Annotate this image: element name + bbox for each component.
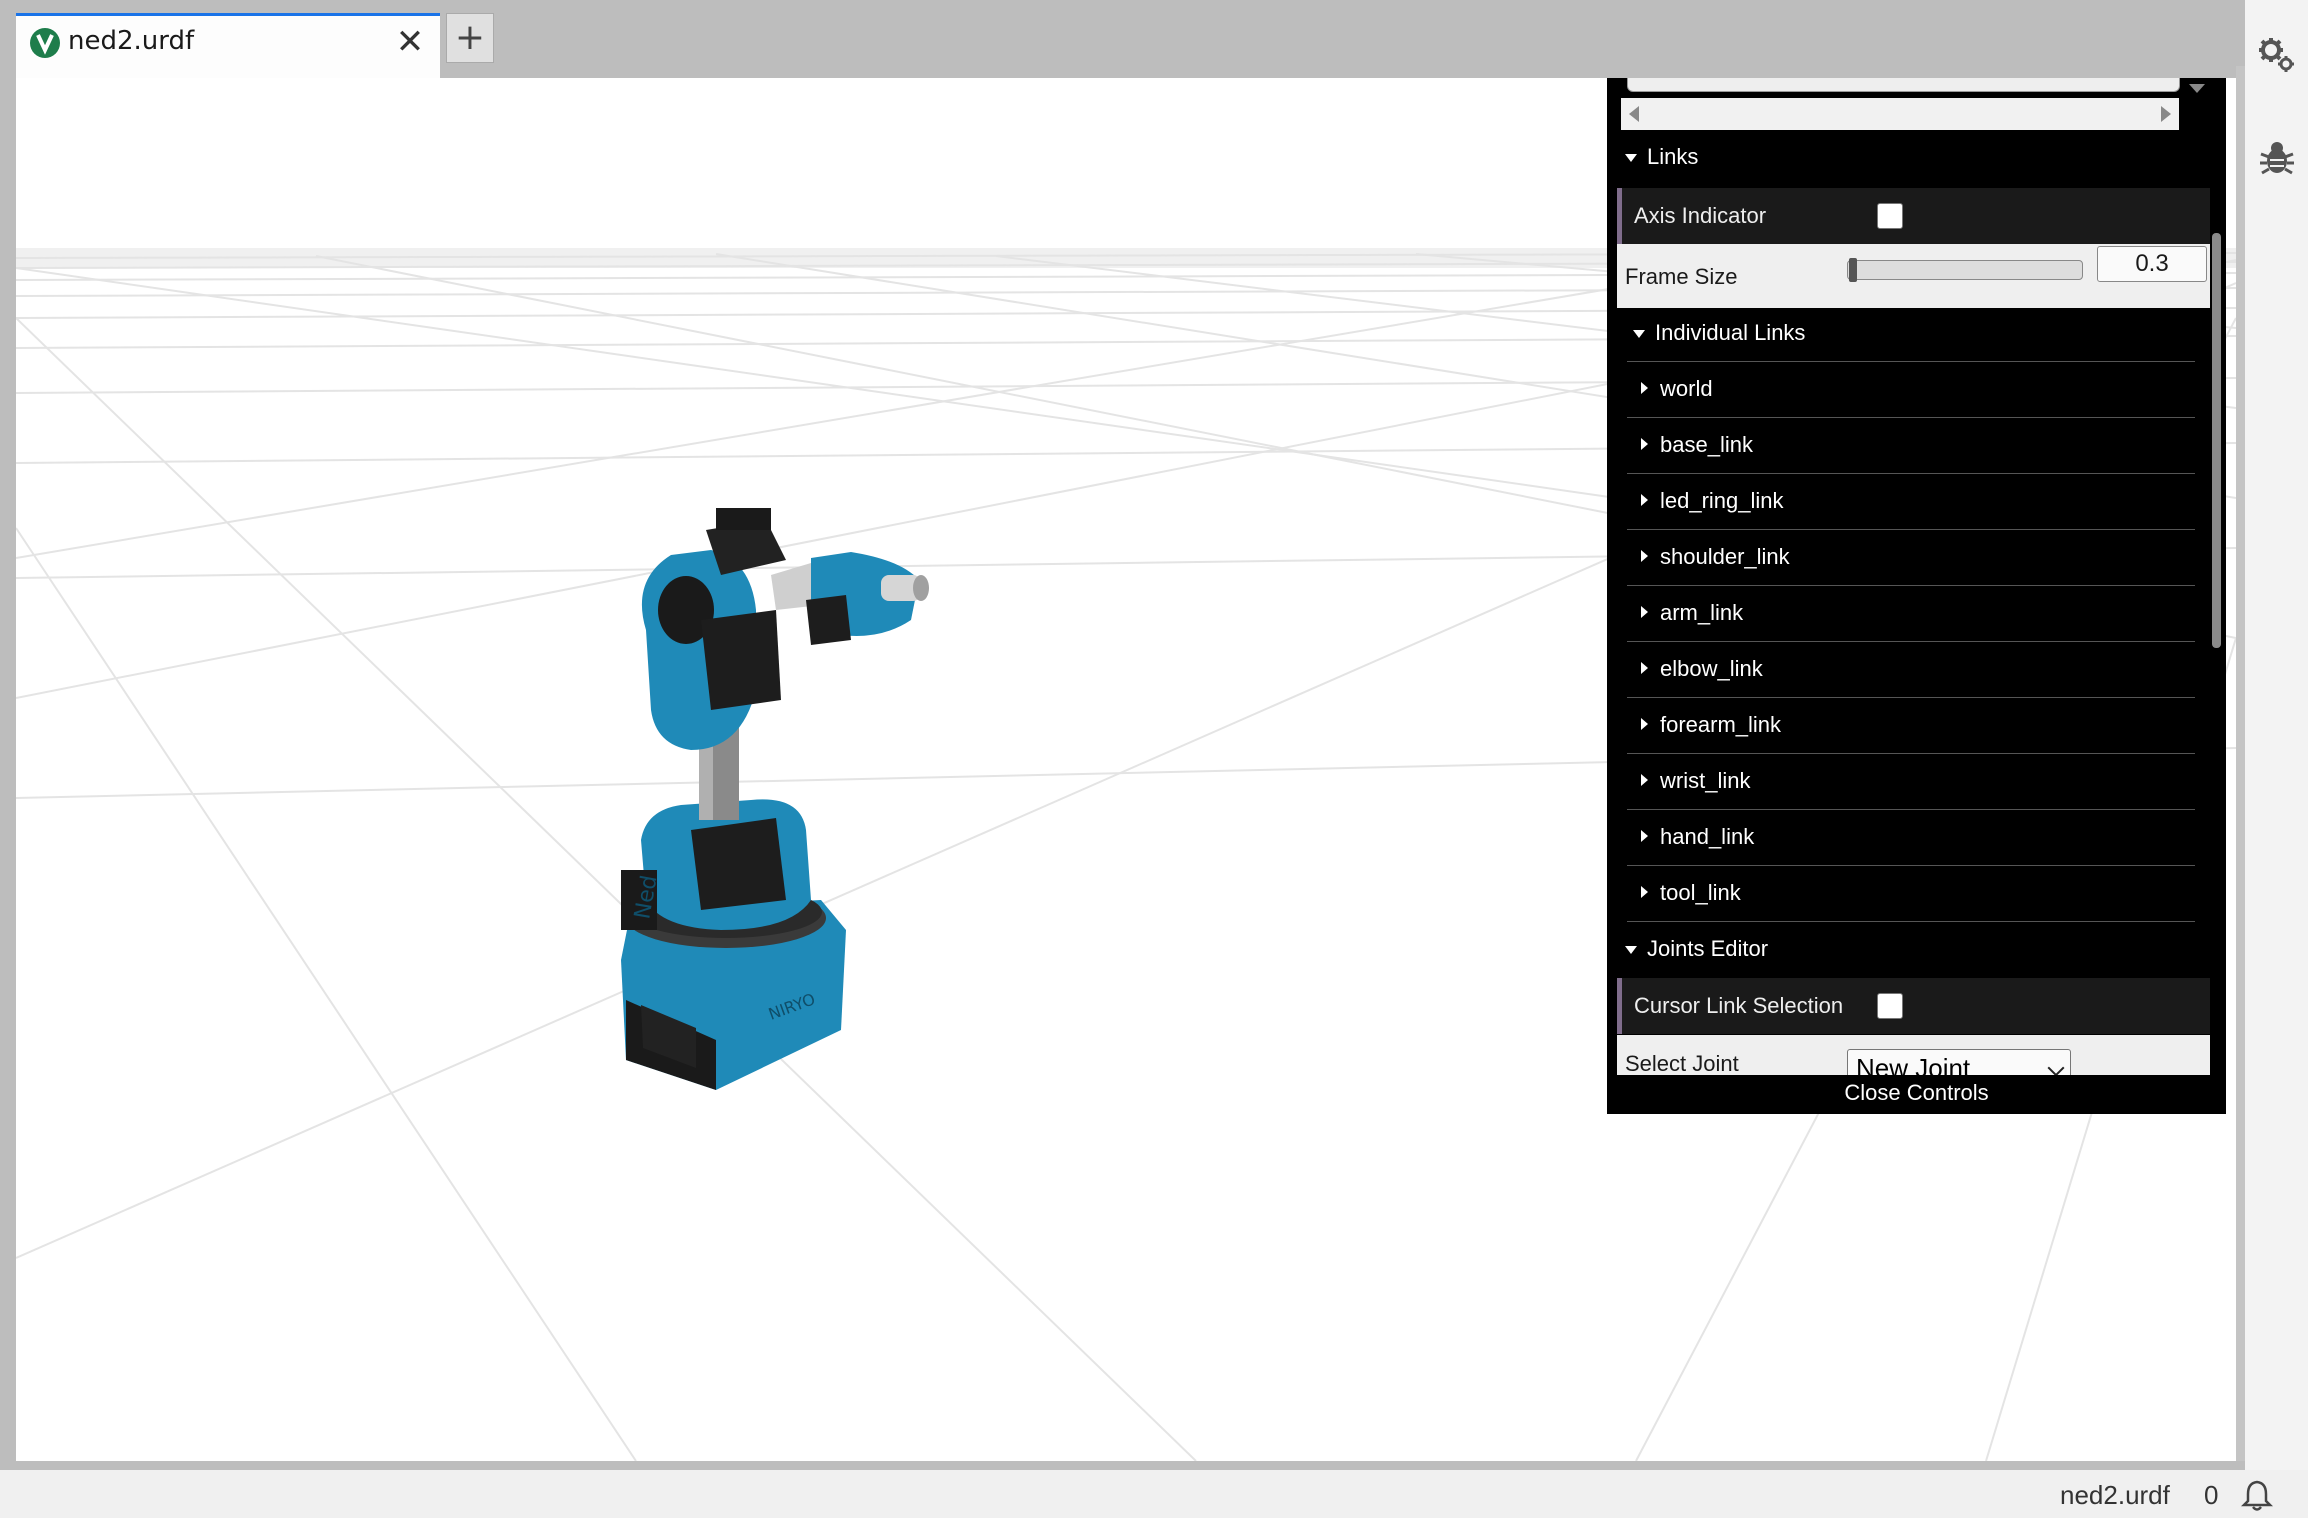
link-item-led-ring-link[interactable]: led_ring_link	[1627, 474, 2195, 530]
partial-input-field[interactable]	[1627, 78, 2180, 92]
link-item-elbow-link[interactable]: elbow_link	[1627, 642, 2195, 698]
axis-indicator-checkbox[interactable]	[1877, 203, 1903, 229]
scroll-left-icon[interactable]	[1629, 106, 1639, 122]
expand-triangle-icon	[1641, 662, 1648, 675]
controls-panel: Links Axis Indicator Frame Size 0.3 Indi…	[1607, 78, 2226, 1114]
status-bar: ned2.urdf 0	[0, 1470, 2308, 1518]
link-item-world[interactable]: world	[1627, 362, 2195, 418]
cursor-link-selection-checkbox[interactable]	[1877, 993, 1903, 1019]
scroll-right-icon[interactable]	[2161, 106, 2171, 122]
cursor-link-selection-label: Cursor Link Selection	[1634, 993, 1844, 1018]
link-item-base-link[interactable]: base_link	[1627, 418, 2195, 474]
select-joint-dropdown[interactable]: New Joint	[1847, 1049, 2071, 1075]
frame-size-slider-thumb[interactable]	[1849, 258, 1857, 282]
link-item-tool-link[interactable]: tool_link	[1627, 866, 2195, 922]
axis-indicator-row: Axis Indicator	[1617, 188, 2210, 244]
close-controls-button[interactable]: Close Controls	[1607, 1075, 2226, 1114]
expand-triangle-icon	[1641, 774, 1648, 787]
collapse-triangle-icon	[1625, 946, 1637, 955]
frame-size-input[interactable]: 0.3	[2097, 246, 2207, 282]
collapse-triangle-icon	[1625, 154, 1637, 163]
expand-triangle-icon	[1641, 830, 1648, 843]
dropdown-arrow-icon[interactable]	[2187, 80, 2207, 96]
expand-triangle-icon	[1641, 494, 1648, 507]
link-item-shoulder-link[interactable]: shoulder_link	[1627, 530, 2195, 586]
link-item-arm-link[interactable]: arm_link	[1627, 586, 2195, 642]
frame-size-label: Frame Size	[1625, 264, 1738, 289]
panel-scrollbar[interactable]	[2212, 233, 2221, 648]
settings-gears-icon[interactable]	[2257, 34, 2297, 74]
frame-size-row: Frame Size 0.3	[1617, 244, 2210, 308]
select-joint-label: Select Joint	[1625, 1051, 1739, 1075]
notification-bell-icon[interactable]	[2240, 1478, 2274, 1512]
select-joint-value: New Joint	[1856, 1053, 1971, 1075]
app-logo-icon	[30, 28, 60, 58]
notification-count: 0	[2204, 1480, 2219, 1510]
cursor-link-selection-row: Cursor Link Selection	[1617, 978, 2210, 1034]
tab-title: ned2.urdf	[68, 26, 195, 56]
folder-joints-editor[interactable]: Joints Editor	[1625, 922, 1768, 976]
folder-individual-links[interactable]: Individual Links	[1633, 306, 1805, 360]
expand-triangle-icon	[1641, 382, 1648, 395]
frame-size-slider[interactable]	[1847, 260, 2083, 280]
status-file-name: ned2.urdf	[2060, 1480, 2170, 1510]
axis-indicator-label: Axis Indicator	[1634, 203, 1767, 228]
tab-ned2-urdf[interactable]: ned2.urdf ✕	[16, 13, 440, 78]
expand-triangle-icon	[1641, 718, 1648, 731]
link-item-forearm-link[interactable]: forearm_link	[1627, 698, 2195, 754]
viewport-scrollbar[interactable]	[2236, 66, 2245, 1461]
expand-triangle-icon	[1641, 606, 1648, 619]
debug-bug-icon[interactable]	[2257, 138, 2297, 178]
chevron-down-icon	[2047, 1059, 2065, 1075]
folder-links[interactable]: Links	[1625, 130, 1698, 184]
tab-bar: ned2.urdf ✕ +	[0, 0, 2245, 78]
new-tab-button[interactable]: +	[446, 13, 494, 63]
expand-triangle-icon	[1641, 550, 1648, 563]
right-toolbar	[2245, 0, 2308, 1470]
robot-model[interactable]: NIRYO Ned	[601, 500, 946, 1100]
collapse-triangle-icon	[1633, 330, 1645, 339]
select-joint-row: Select Joint New Joint	[1617, 1035, 2210, 1075]
expand-triangle-icon	[1641, 438, 1648, 451]
link-item-hand-link[interactable]: hand_link	[1627, 810, 2195, 866]
close-tab-icon[interactable]: ✕	[394, 22, 426, 62]
expand-triangle-icon	[1641, 886, 1648, 899]
link-item-wrist-link[interactable]: wrist_link	[1627, 754, 2195, 810]
horizontal-scrollbar[interactable]	[1621, 98, 2179, 130]
